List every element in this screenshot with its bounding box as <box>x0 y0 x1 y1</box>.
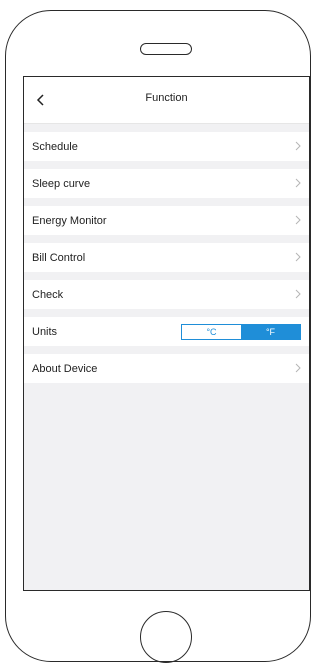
menu-item-schedule[interactable]: Schedule <box>24 132 309 161</box>
chevron-right-icon <box>295 215 301 225</box>
home-button[interactable] <box>140 611 192 663</box>
page-title: Function <box>145 92 188 104</box>
units-label: Units <box>32 325 58 338</box>
fahrenheit-option[interactable]: °F <box>241 325 300 339</box>
chevron-right-icon <box>295 252 301 262</box>
phone-speaker <box>140 43 192 55</box>
menu-item-label: Check <box>32 288 64 301</box>
menu-item-energy-monitor[interactable]: Energy Monitor <box>24 206 309 235</box>
app-screen: Function Schedule Sleep curve Energy Mon… <box>23 76 310 591</box>
units-row: Units °C °F <box>24 317 309 346</box>
menu-item-bill-control[interactable]: Bill Control <box>24 243 309 272</box>
navigation-bar: Function <box>24 77 309 124</box>
menu-item-label: Bill Control <box>32 251 86 264</box>
menu-item-label: Energy Monitor <box>32 214 107 227</box>
menu-item-label: Schedule <box>32 140 78 153</box>
celsius-option[interactable]: °C <box>182 325 241 339</box>
menu-item-check[interactable]: Check <box>24 280 309 309</box>
unit-toggle: °C °F <box>181 324 301 340</box>
chevron-right-icon <box>295 363 301 373</box>
chevron-right-icon <box>295 141 301 151</box>
function-list: Schedule Sleep curve Energy Monitor Bill… <box>24 124 309 383</box>
menu-item-about-device[interactable]: About Device <box>24 354 309 383</box>
menu-item-sleep-curve[interactable]: Sleep curve <box>24 169 309 198</box>
menu-item-label: Sleep curve <box>32 177 91 190</box>
chevron-right-icon <box>295 289 301 299</box>
menu-item-label: About Device <box>32 362 98 375</box>
chevron-right-icon <box>295 178 301 188</box>
